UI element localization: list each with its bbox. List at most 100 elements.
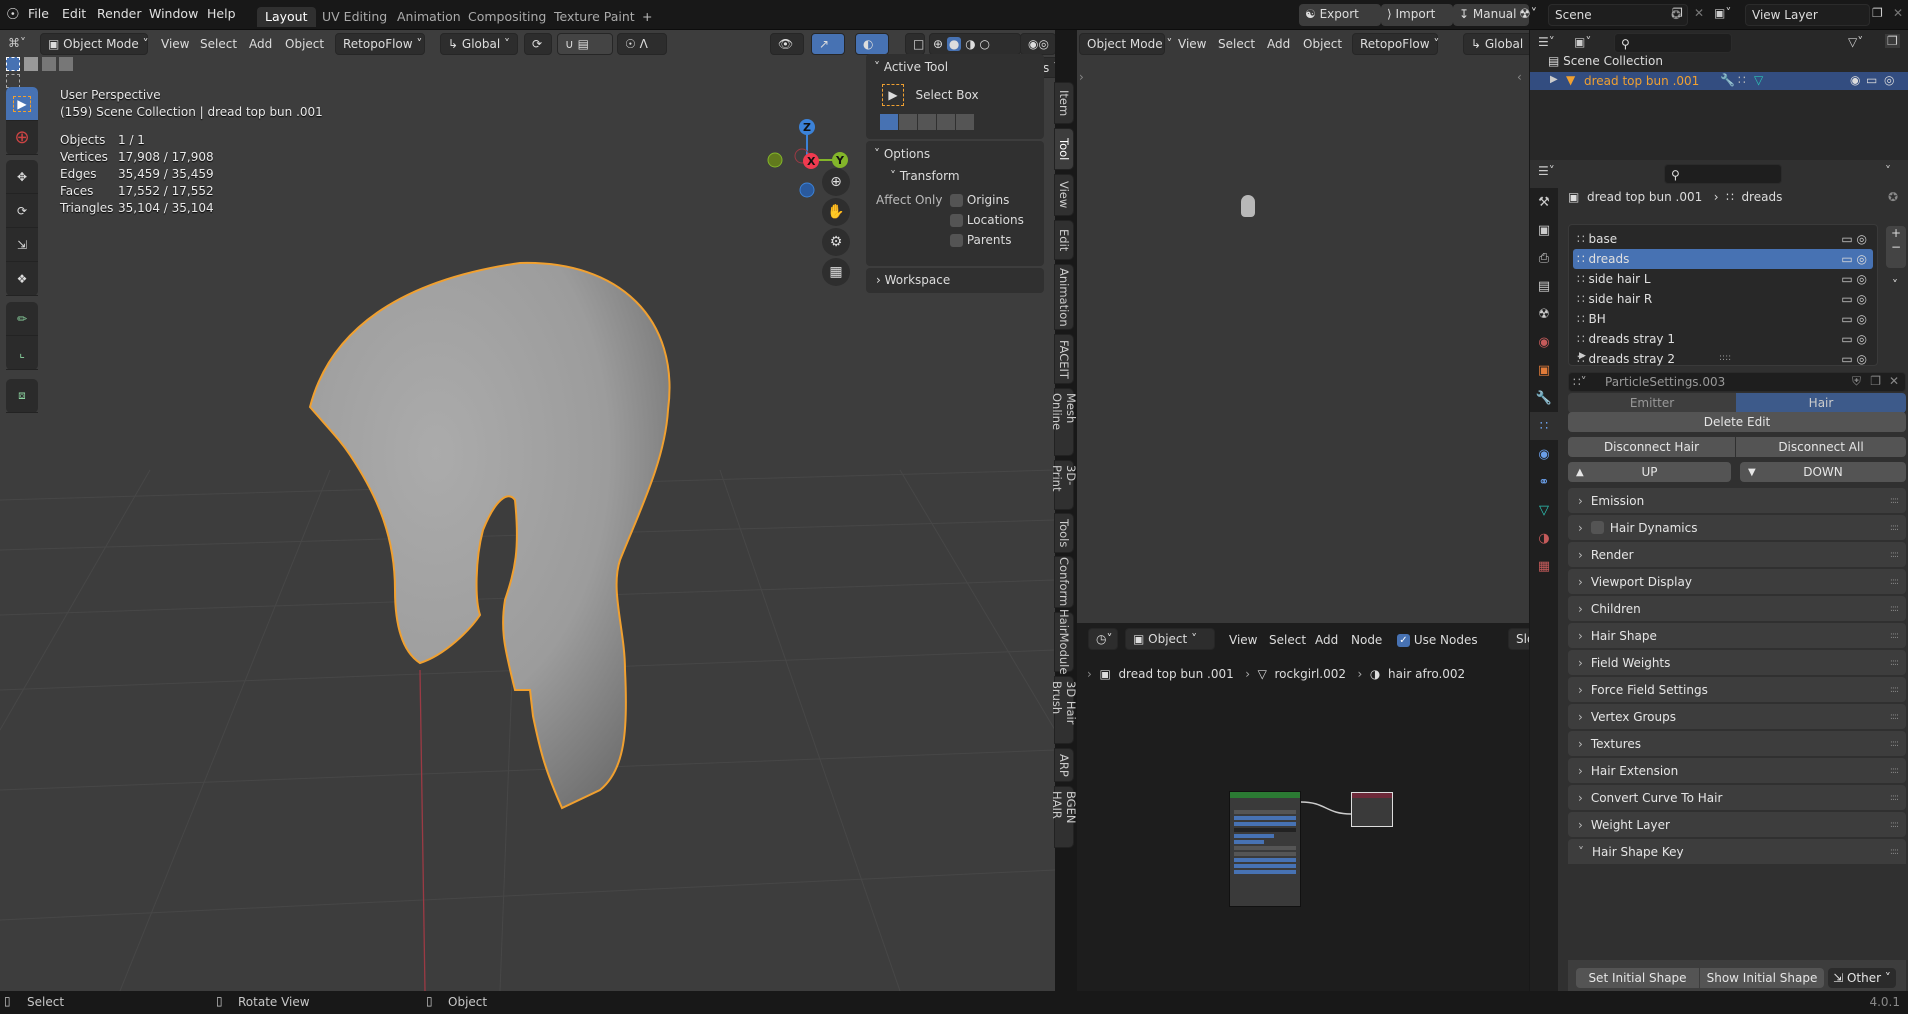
options-chevron-icon[interactable]: ˅	[1885, 164, 1891, 178]
use-nodes-checkbox[interactable]: ✓ Use Nodes	[1397, 633, 1478, 647]
visibility-dropdown[interactable]: 👁	[770, 33, 804, 55]
new-scene-icon[interactable]: ❐	[1672, 6, 1683, 20]
orientation-dropdown[interactable]: ↳ Global ˅	[440, 33, 518, 55]
move-down-button[interactable]: ▼ DOWN	[1740, 462, 1906, 482]
menu-select-3[interactable]: Select	[1269, 633, 1306, 647]
particle-settings-selector[interactable]: ∷˅ ParticleSettings.003 ⛨ ❐ ✕	[1568, 372, 1906, 392]
select-invert-icon[interactable]	[59, 57, 74, 71]
drag-handle-icon[interactable]: ::::	[1890, 847, 1899, 857]
texture-tab-icon[interactable]: ▦	[1530, 552, 1558, 580]
select-intersect-icon[interactable]	[6, 74, 20, 88]
select-box-tool[interactable]: ▶	[6, 87, 38, 121]
drag-handle-icon[interactable]: ::::	[1890, 739, 1899, 749]
particle-system-item[interactable]: ∷ side hair R ▭ ◎	[1569, 289, 1877, 309]
drag-handle-icon[interactable]: ::::	[1890, 496, 1899, 506]
filter-mode-icon[interactable]: ▣˅	[1574, 35, 1591, 49]
particle-settings-icon[interactable]: ∷˅	[1573, 375, 1587, 389]
duplicate-icon[interactable]: ❐	[1870, 374, 1881, 388]
measure-tool[interactable]: ⌞	[6, 336, 38, 370]
mode-new-icon[interactable]	[880, 114, 898, 130]
drag-handle-icon[interactable]: ::::	[1890, 658, 1899, 668]
cursor-tool[interactable]: ⊕	[6, 121, 38, 155]
unlink-icon[interactable]: ✕	[1889, 374, 1899, 388]
drag-handle-icon[interactable]: ::::	[1890, 793, 1899, 803]
material-tab-icon[interactable]: ◑	[1530, 524, 1558, 552]
data-tab-icon[interactable]: ▽	[1530, 496, 1558, 524]
modifier-tab-icon[interactable]: 🔧	[1530, 384, 1558, 412]
section-hair-dynamics[interactable]: › Hair Dynamics::::	[1568, 515, 1906, 540]
drag-handle-icon[interactable]: ::::	[1890, 523, 1899, 533]
workspace-panel[interactable]: › Workspace	[866, 268, 1044, 293]
pan-view-button[interactable]: ✋	[822, 198, 850, 226]
view-layer-selector[interactable]: View Layer	[1745, 4, 1870, 26]
tool-tab-icon[interactable]: ⚒	[1530, 188, 1558, 216]
viewport-icon[interactable]: ▭	[1866, 73, 1877, 87]
transform-tool[interactable]: ❖	[6, 262, 38, 296]
add-workspace-button[interactable]: +	[634, 7, 660, 27]
sidebar-tab-item[interactable]: Item	[1054, 82, 1074, 124]
sidebar-tab-animation[interactable]: Animation	[1054, 264, 1074, 330]
menu-help[interactable]: Help	[207, 6, 236, 21]
material-output-node[interactable]	[1351, 792, 1393, 827]
menu-object[interactable]: Object	[285, 37, 324, 51]
editor-type-icon-props[interactable]: ☰˅	[1538, 164, 1555, 178]
particle-system-item[interactable]: ∷ side hair L ▭ ◎	[1569, 269, 1877, 289]
render-icon[interactable]: ◎	[1884, 73, 1894, 87]
rotate-tool[interactable]: ⟳	[6, 194, 38, 228]
annotate-tool[interactable]: ✏	[6, 302, 38, 336]
sidebar-tab-tool[interactable]: Tool	[1054, 128, 1074, 170]
mode-dropdown-2[interactable]: Object Mode ˅	[1079, 33, 1172, 55]
sidebar-tab-faceit[interactable]: FACEIT	[1054, 334, 1074, 384]
outliner-search[interactable]: ⚲	[1614, 33, 1732, 53]
move-up-button[interactable]: ▲ UP	[1568, 462, 1731, 482]
sidebar-tab-arp[interactable]: ARP	[1054, 748, 1074, 782]
select-extend-icon[interactable]	[23, 57, 38, 71]
scene-tab-icon[interactable]: ☢	[1530, 300, 1558, 328]
drag-handle-icon[interactable]: ::::	[1890, 712, 1899, 722]
mode-intersect-icon[interactable]	[956, 114, 974, 130]
mode-extend-icon[interactable]	[899, 114, 917, 130]
menu-select[interactable]: Select	[200, 37, 237, 51]
mode-difference-icon[interactable]	[937, 114, 955, 130]
toolbar-expand-icon[interactable]: ›	[1079, 70, 1084, 84]
section-weight-layer[interactable]: › Weight Layer::::	[1568, 812, 1906, 837]
sidebar-tab-3d-hair-brush[interactable]: 3D Hair Brush	[1050, 676, 1078, 744]
set-initial-shape-button[interactable]: Set Initial Shape	[1576, 968, 1699, 988]
drag-handle-icon[interactable]: ::::	[1890, 577, 1899, 587]
delete-edit-button[interactable]: Delete Edit	[1568, 412, 1906, 432]
tab-layout[interactable]: Layout	[257, 7, 316, 27]
particles-tab-icon[interactable]: ∷	[1530, 412, 1558, 440]
drag-handle-icon[interactable]: ::::	[1890, 820, 1899, 830]
drag-handle-icon[interactable]: ::::	[1890, 631, 1899, 641]
menu-edit[interactable]: Edit	[62, 6, 86, 21]
select-new-icon[interactable]	[6, 57, 20, 71]
shader-type-dropdown[interactable]: ▣ Object ˅	[1125, 628, 1215, 650]
menu-node[interactable]: Node	[1351, 633, 1382, 647]
fake-user-icon[interactable]: ⛨	[1852, 374, 1861, 389]
list-resize-handle[interactable]: ::::	[1719, 353, 1731, 363]
menu-add-2[interactable]: Add	[1267, 37, 1290, 51]
rendered-shading-icon[interactable]: ○	[980, 37, 990, 51]
sidebar-tab-tools[interactable]: Tools	[1054, 513, 1074, 553]
snap-toggle[interactable]: ∪ ▤	[557, 33, 613, 55]
editor-type-icon-2[interactable]: ◷˅	[1088, 628, 1118, 650]
transform-header[interactable]: ˅ Transform	[866, 167, 1044, 185]
list-expand-icon[interactable]: ▶	[1579, 351, 1586, 361]
proportional-edit[interactable]: ☉ Λ	[617, 33, 667, 55]
remove-particle-system-button[interactable]: −	[1886, 240, 1906, 254]
menu-select-2[interactable]: Select	[1218, 37, 1255, 51]
export-button[interactable]: ☯ Export	[1299, 4, 1381, 26]
principled-hair-node[interactable]	[1229, 791, 1301, 907]
drag-handle-icon[interactable]: ::::	[1890, 604, 1899, 614]
section-hair-shape[interactable]: › Hair Shape::::	[1568, 623, 1906, 648]
scale-tool[interactable]: ⇲	[6, 228, 38, 262]
add-cube-tool[interactable]: ⧈	[6, 379, 38, 413]
material-shading-icon[interactable]: ◑	[965, 37, 975, 51]
mode-dropdown[interactable]: ▣ Object Mode ˅	[40, 33, 149, 55]
section-children[interactable]: › Children::::	[1568, 596, 1906, 621]
sidebar-tab-3d-print[interactable]: 3D-Print	[1050, 460, 1078, 510]
delete-view-layer-icon[interactable]: ✕	[1893, 6, 1903, 20]
particle-system-item[interactable]: ∷ dreads ▭ ◎	[1573, 249, 1873, 269]
delete-scene-icon[interactable]: ✕	[1694, 6, 1704, 20]
drag-handle-icon[interactable]: ::::	[1890, 550, 1899, 560]
